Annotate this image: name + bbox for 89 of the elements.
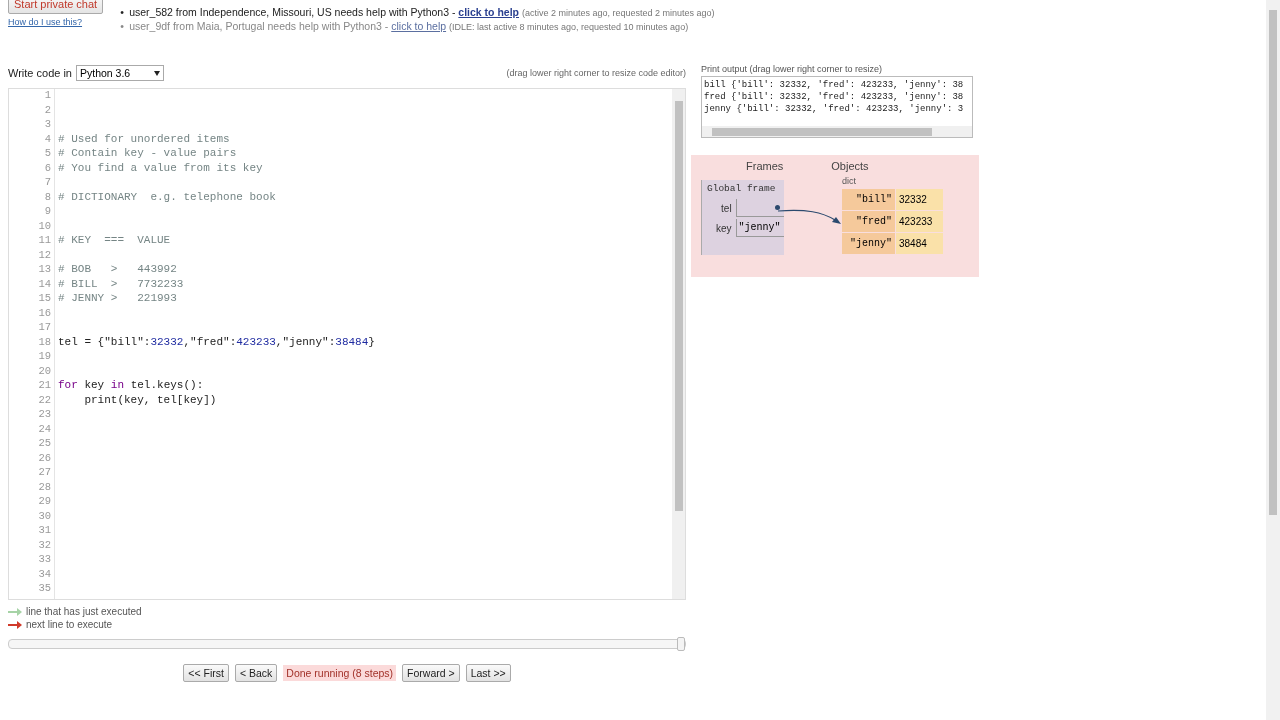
dict-key: "jenny" [842, 233, 896, 255]
line-number: 18 [37, 335, 52, 350]
line-number: 1 [43, 89, 52, 103]
objects-heading: Objects [831, 160, 869, 172]
variable-value [735, 199, 784, 217]
line-number: 4 [43, 132, 52, 147]
line-number: 27 [37, 466, 52, 480]
code-line: # You find a value from its key [58, 161, 263, 174]
code-line: # DICTIONARY e.g. telephone book [58, 190, 276, 203]
line-number: 35 [37, 582, 52, 596]
line-number: 2 [43, 103, 52, 118]
step-button[interactable]: Forward > [402, 664, 460, 682]
line-number: 16 [37, 306, 52, 321]
line-number: 31 [37, 524, 52, 538]
code-line: # BILL > 7732233 [58, 277, 184, 290]
line-number: 26 [37, 451, 52, 466]
legend-label: next line to execute [26, 619, 113, 630]
variable-value: "jenny" [735, 219, 784, 237]
bullet: • [119, 6, 125, 19]
line-number: 28 [37, 480, 52, 495]
line-number: 15 [37, 292, 52, 306]
line-number: 11 [37, 234, 52, 248]
line-number: 9 [43, 205, 52, 219]
dict-value: 38484 [896, 233, 943, 255]
step-button[interactable]: << First [183, 664, 229, 682]
dict-value: 423233 [896, 211, 943, 233]
step-button[interactable]: < Back [234, 664, 278, 682]
code-line: # Used for unordered items [58, 132, 230, 145]
line-number: 33 [37, 553, 52, 567]
editor-scrollbar[interactable] [672, 89, 685, 599]
print-output-title: Print output (drag lower right corner to resize) [701, 64, 884, 74]
line-number: 14 [37, 277, 52, 292]
line-number: 34 [37, 567, 52, 582]
code-line: # BOB > 443992 [58, 263, 177, 275]
slider-thumb[interactable] [677, 637, 685, 651]
line-number: 24 [37, 422, 52, 437]
line-number: 12 [37, 248, 52, 263]
step-slider[interactable] [8, 639, 686, 649]
line-number: 21 [37, 379, 52, 393]
line-number: 29 [37, 495, 52, 509]
line-number: 10 [37, 219, 52, 234]
pointer-arrow [777, 209, 841, 224]
help-link[interactable]: How do I use this? [8, 17, 83, 27]
click-to-help-link[interactable]: click to help [458, 6, 520, 18]
legend-label: line that has just executed [26, 606, 142, 617]
line-number: 13 [37, 263, 52, 277]
code-line: # Contain key - value pairs [58, 147, 237, 159]
line-number: 23 [37, 408, 52, 422]
line-number: 30 [37, 509, 52, 524]
write-code-label: Write code in [8, 67, 72, 79]
run-status: Done running (8 steps) [283, 665, 397, 681]
dict-key: "fred" [842, 211, 896, 233]
start-private-chat-button[interactable]: Start private chat [8, 0, 104, 14]
line-number: 19 [37, 350, 52, 364]
page-scrollbar[interactable] [1266, 0, 1280, 720]
language-select[interactable]: Python 3.6 [76, 65, 164, 81]
dict-value: 32332 [896, 189, 943, 211]
dropdown-icon [154, 70, 160, 76]
line-number: 6 [43, 161, 52, 176]
code-line: print(key, tel[key]) [83, 393, 217, 406]
frame-title: Global frame [706, 183, 777, 194]
line-number: 8 [43, 190, 52, 205]
code-line: for key in tel.keys(): [58, 379, 204, 391]
help-request: user_9df from Maia, Portugal needs help with Python3 - click to help (IDLE: last active 8 minutes ago, requested 10 minutes ago) [129, 20, 689, 34]
line-number: 7 [43, 176, 52, 190]
step-button[interactable]: Last >> [465, 664, 511, 682]
bullet: • [119, 20, 125, 33]
code-line: # JENNY > 221993 [58, 292, 177, 304]
help-request: user_582 from Independence, Missouri, US needs help with Python3 - click to help (active 2 minutes ago, requested 2 minutes ago) [129, 6, 715, 20]
frames-heading: Frames [746, 160, 784, 172]
line-number: 5 [43, 147, 52, 161]
line-number: 20 [37, 364, 52, 379]
line-number: 22 [37, 393, 52, 408]
line-number: 3 [43, 118, 52, 132]
resize-hint: (drag lower right corner to resize code editor) [506, 68, 686, 78]
object-type: dict [842, 176, 857, 186]
variable-name: key [715, 222, 733, 234]
code-line: tel = {"bill":32332,"fred":423233,"jenny":38484} [58, 335, 375, 348]
dict-key: "bill" [842, 189, 896, 211]
variable-name: tel [720, 202, 733, 214]
output-line: fred {'bill': 32332, 'fred': 423233, 'jenny': 38 [704, 91, 965, 103]
code-line: # KEY === VALUE [58, 234, 171, 246]
line-number: 17 [37, 321, 52, 335]
output-line: bill {'bill': 32332, 'fred': 423233, 'jenny': 38 [704, 79, 965, 91]
output-scrollbar[interactable] [702, 126, 972, 137]
click-to-help-link[interactable]: click to help [391, 20, 447, 32]
output-line: jenny {'bill': 32332, 'fred': 423233, 'jenny': 3 [704, 103, 965, 115]
line-number: 32 [37, 538, 52, 553]
line-number: 25 [37, 437, 52, 451]
